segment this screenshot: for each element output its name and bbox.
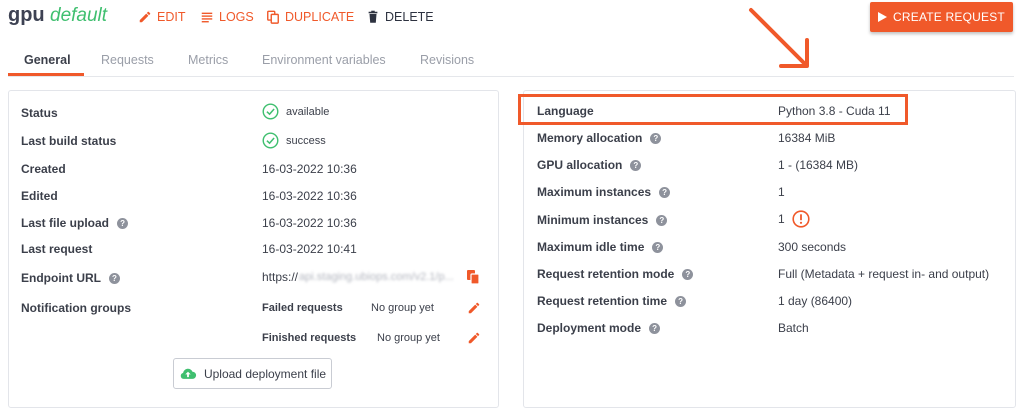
help-icon[interactable]: ?: [650, 132, 662, 144]
edited-label: Edited: [21, 189, 58, 203]
request-retention-time-label: Request retention time?: [537, 294, 687, 308]
check-circle-icon: [262, 103, 279, 120]
memory-allocation-label: Memory allocation?: [537, 131, 662, 145]
tab-metrics[interactable]: Metrics: [188, 53, 228, 67]
tab-revisions[interactable]: Revisions: [420, 53, 474, 67]
check-circle-icon: [262, 132, 279, 149]
finished-requests-label: Finished requests: [262, 332, 357, 344]
logs-button[interactable]: LOGS: [200, 8, 254, 26]
annotation-arrow-icon: [749, 8, 809, 68]
maximum-instances-label: Maximum instances?: [537, 185, 671, 199]
create-request-label: CREATE REQUEST: [893, 10, 1005, 24]
version-name: default: [50, 5, 108, 26]
failed-requests-label: Failed requests: [262, 302, 343, 314]
last-build-status-label: Last build status: [21, 134, 117, 148]
help-icon[interactable]: ?: [652, 241, 664, 253]
last-request-label: Last request: [21, 242, 93, 256]
maximum-idle-time-value: 300 seconds: [778, 240, 847, 254]
deployment-mode-value: Batch: [778, 321, 809, 335]
request-retention-time-value: 1 day (86400): [778, 294, 853, 308]
maximum-instances-value: 1: [778, 185, 785, 199]
last-file-upload-value: 16-03-2022 10:36: [262, 216, 357, 230]
active-tab-indicator: [8, 73, 84, 76]
minimum-instances-value: 1: [778, 210, 810, 228]
cloud-upload-icon: [180, 368, 197, 379]
help-icon[interactable]: ?: [675, 295, 687, 307]
tab-requests[interactable]: Requests: [101, 53, 154, 67]
created-value: 16-03-2022 10:36: [262, 162, 357, 176]
copy-icon: [267, 10, 279, 24]
pencil-icon[interactable]: [467, 331, 481, 345]
endpoint-url-value: https://api.staging.ubiops.com/v2.1/p...: [262, 270, 454, 284]
edit-button[interactable]: EDIT: [138, 8, 185, 26]
trash-icon: [368, 10, 378, 23]
notification-groups-label: Notification groups: [21, 301, 131, 315]
copy-icon[interactable]: [466, 269, 481, 285]
failed-requests-value: No group yet: [371, 302, 434, 314]
endpoint-url-label: Endpoint URL?: [21, 271, 120, 285]
upload-label: Upload deployment file: [203, 366, 327, 381]
last-build-status-value: success: [262, 132, 326, 149]
delete-label: DELETE: [385, 10, 434, 24]
tab-general[interactable]: General: [24, 53, 71, 67]
help-icon[interactable]: ?: [117, 217, 129, 229]
help-icon[interactable]: ?: [682, 268, 694, 280]
minimum-instances-label: Minimum instances?: [537, 213, 668, 227]
tabs-divider: [8, 76, 1014, 77]
help-icon[interactable]: ?: [630, 159, 642, 171]
deployment-name: gpu: [8, 4, 45, 26]
play-icon: [878, 12, 888, 22]
edited-value: 16-03-2022 10:36: [262, 189, 357, 203]
language-value: Python 3.8 - Cuda 11: [778, 104, 891, 118]
duplicate-button[interactable]: DUPLICATE: [266, 8, 354, 26]
logs-icon: [201, 12, 213, 23]
created-label: Created: [21, 162, 66, 176]
request-retention-mode-label: Request retention mode?: [537, 267, 694, 281]
request-retention-mode-value: Full (Metadata + request in- and output): [778, 267, 990, 281]
help-icon[interactable]: ?: [659, 186, 671, 198]
help-icon[interactable]: ?: [649, 322, 661, 334]
logs-label: LOGS: [219, 10, 254, 24]
language-label: Language: [537, 104, 594, 118]
help-icon[interactable]: ?: [108, 272, 120, 284]
upload-deployment-file-button[interactable]: Upload deployment file: [173, 358, 332, 389]
create-request-button[interactable]: CREATE REQUEST: [870, 2, 1013, 32]
endpoint-url-blurred: api.staging.ubiops.com/v2.1/p...: [299, 271, 454, 283]
status-value: available: [262, 103, 329, 120]
duplicate-label: DUPLICATE: [285, 10, 355, 24]
help-icon[interactable]: ?: [656, 214, 668, 226]
warning-icon[interactable]: [792, 210, 810, 228]
tab-environment-variables[interactable]: Environment variables: [262, 53, 386, 67]
last-request-value: 16-03-2022 10:41: [262, 242, 357, 256]
maximum-idle-time-label: Maximum idle time?: [537, 240, 664, 254]
finished-requests-value: No group yet: [377, 332, 440, 344]
memory-allocation-value: 16384 MiB: [778, 131, 836, 145]
edit-label: EDIT: [157, 10, 186, 24]
deployment-mode-label: Deployment mode?: [537, 321, 661, 335]
pencil-icon[interactable]: [467, 301, 481, 315]
status-label: Status: [21, 106, 58, 120]
pencil-icon: [139, 11, 151, 23]
gpu-allocation-label: GPU allocation?: [537, 158, 642, 172]
gpu-allocation-value: 1 - (16384 MB): [778, 158, 859, 172]
last-file-upload-label: Last file upload?: [21, 216, 129, 230]
delete-button[interactable]: DELETE: [366, 8, 434, 26]
